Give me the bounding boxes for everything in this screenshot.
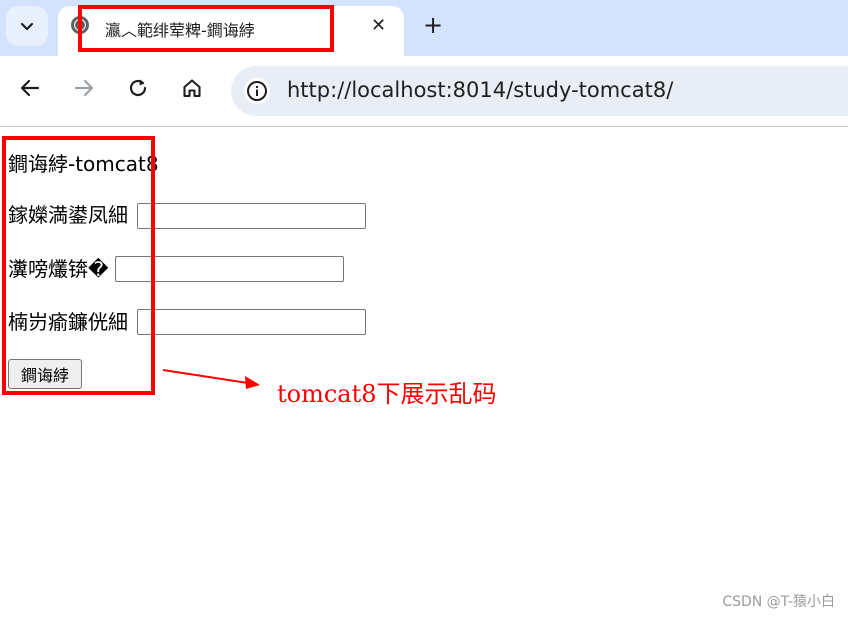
home-icon[interactable] bbox=[179, 75, 205, 101]
plus-icon[interactable]: + bbox=[423, 10, 443, 40]
tab-list-button[interactable] bbox=[6, 6, 48, 46]
tab-title-highlight-box bbox=[78, 5, 334, 52]
captcha-input[interactable] bbox=[137, 309, 366, 335]
annotation-text: tomcat8下展示乱码 bbox=[277, 380, 497, 408]
address-bar[interactable]: http://localhost:8014/study-tomcat8/ bbox=[231, 66, 848, 116]
forward-arrow-icon[interactable] bbox=[71, 75, 97, 101]
annotation-arrow-icon bbox=[162, 369, 260, 389]
info-icon bbox=[247, 81, 267, 101]
form-highlight-box bbox=[2, 136, 155, 395]
browser-toolbar: http://localhost:8014/study-tomcat8/ bbox=[0, 56, 848, 126]
url-text: http://localhost:8014/study-tomcat8/ bbox=[287, 78, 674, 102]
back-arrow-icon[interactable] bbox=[17, 75, 43, 101]
close-icon[interactable]: ✕ bbox=[371, 15, 386, 36]
toolbar-divider bbox=[0, 126, 848, 127]
tab-list-icon bbox=[20, 22, 34, 31]
watermark: CSDN @T-猿小白 bbox=[722, 594, 835, 610]
site-info-button[interactable] bbox=[244, 78, 270, 104]
phone-input[interactable] bbox=[137, 203, 366, 229]
reload-icon[interactable] bbox=[125, 75, 151, 101]
